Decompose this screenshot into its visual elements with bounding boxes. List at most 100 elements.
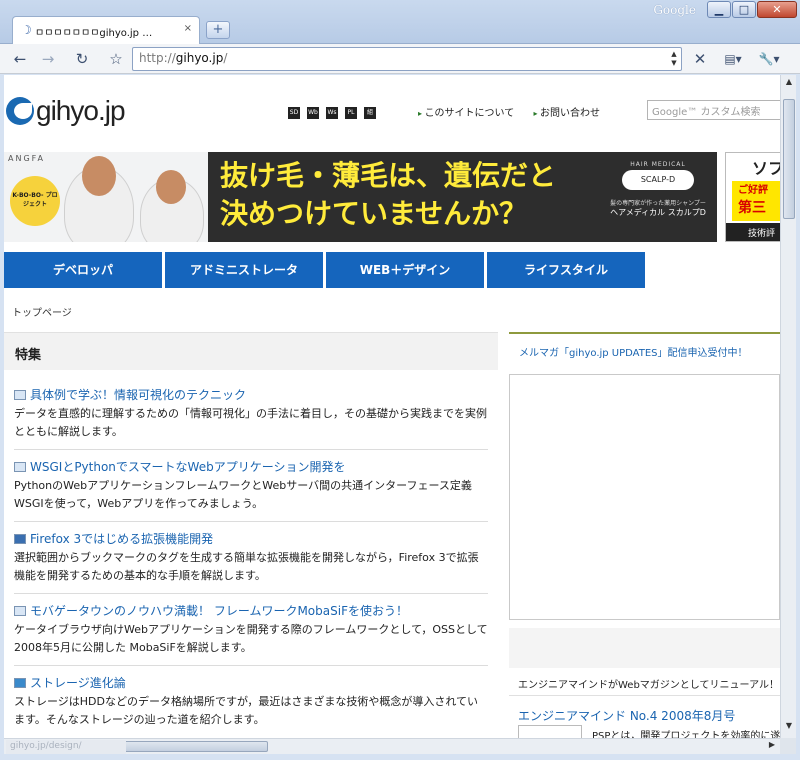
back-button[interactable]: ← bbox=[8, 48, 32, 70]
about-link[interactable]: このサイトについて bbox=[418, 108, 514, 119]
article-title-text[interactable]: ストレージ進化論 bbox=[30, 676, 126, 690]
article-title[interactable]: ストレージ進化論 bbox=[14, 674, 488, 691]
web-designing-icon[interactable]: Wb bbox=[307, 106, 319, 119]
article-desc: PythonのWebアプリケーションフレームワークとWebサーバ間の共通インター… bbox=[14, 479, 472, 510]
article-thumb-icon bbox=[14, 462, 26, 472]
article-title-text[interactable]: モバゲータウンのノウハウ満載！ フレームワークMobaSiFを使おう！ bbox=[30, 604, 408, 618]
article-title[interactable]: モバゲータウンのノウハウ満載！ フレームワークMobaSiFを使おう！ bbox=[14, 602, 488, 619]
sidebar-band bbox=[509, 628, 780, 668]
magazine-cover-thumb[interactable] bbox=[518, 725, 582, 738]
sidebar-ad-box bbox=[509, 374, 780, 620]
page-menu-button[interactable]: ▤▾ bbox=[718, 48, 748, 70]
maximize-button[interactable]: □ bbox=[732, 1, 756, 18]
forward-button[interactable]: → bbox=[36, 48, 60, 70]
article-desc: ケータイブラウザ向けWebアプリケーションを開発する際のフレームワークとして，O… bbox=[14, 623, 488, 654]
window-titlebar: ☽ ㅁㅁㅁㅁㅁㅁㅁgihyo.jp … × + Google ▁ □ ✕ bbox=[0, 0, 800, 44]
breadcrumb[interactable]: トップページ bbox=[12, 304, 72, 319]
url-path: / bbox=[223, 51, 228, 65]
logo-text: gihyo.jp bbox=[36, 95, 126, 126]
article-thumb-icon bbox=[14, 606, 26, 616]
article-desc: 選択範囲からブックマークのタグを生成する簡単な拡張機能を開発しながら，Firef… bbox=[14, 551, 479, 582]
article-thumb-icon bbox=[14, 678, 26, 688]
k-bo-bo-badge: K-BO-BO- プロジェクト bbox=[10, 176, 60, 226]
browser-tab[interactable]: ☽ ㅁㅁㅁㅁㅁㅁㅁgihyo.jp … × bbox=[12, 16, 200, 44]
side-banner-ad[interactable]: ソフ ご好評 第三 技術評 bbox=[725, 152, 780, 242]
banner-ad[interactable]: ANGFA K-BO-BO- プロジェクト 抜け毛・薄毛は、遺伝だと 決めつけて… bbox=[4, 152, 717, 242]
scroll-right-icon[interactable]: ▶ bbox=[766, 740, 778, 754]
magazine-link[interactable]: エンジニアマインド No.4 2008年8月号 bbox=[518, 707, 735, 724]
side-banner-text2: 第三 bbox=[738, 200, 766, 216]
bookmark-star-icon[interactable]: ☆ bbox=[104, 48, 128, 70]
tab-close-icon[interactable]: × bbox=[184, 23, 192, 34]
banner-photo: ANGFA K-BO-BO- プロジェクト bbox=[4, 152, 208, 242]
list-item: ストレージ進化論 ストレージはHDDなどのデータ格納場所ですが，最近はさまざまな… bbox=[14, 674, 488, 729]
product-head: HAIR MEDICAL bbox=[630, 161, 686, 168]
address-bar[interactable]: http://gihyo.jp/ ▲ ▼ bbox=[132, 47, 682, 71]
reload-button[interactable]: ↻ bbox=[70, 48, 94, 70]
article-title[interactable]: WSGIとPythonでスマートなWebアプリケーション開発を bbox=[14, 458, 488, 475]
list-item: WSGIとPythonでスマートなWebアプリケーション開発を PythonのW… bbox=[14, 458, 488, 513]
contact-link[interactable]: お問い合わせ bbox=[533, 108, 600, 119]
article-desc: データを直感的に理解するための「情報可視化」の手法に着目し，その基礎から実践まで… bbox=[14, 407, 487, 438]
address-spin-icon[interactable]: ▲ ▼ bbox=[669, 50, 679, 68]
page-viewport: gihyo.jp SD Wb Ws PL 組 このサイトについて お問い合わせ Goog… bbox=[4, 75, 780, 738]
kumi-icon[interactable]: 組 bbox=[364, 106, 376, 119]
product-name: ヘアメディカル スカルプD bbox=[610, 208, 706, 217]
article-title-text[interactable]: Firefox 3ではじめる拡張機能開発 bbox=[30, 532, 213, 546]
scroll-down-icon[interactable]: ▼ bbox=[783, 721, 795, 735]
angfa-brand: ANGFA bbox=[8, 154, 45, 163]
google-brand: Google bbox=[653, 3, 696, 17]
list-item: モバゲータウンのノウハウ満載！ フレームワークMobaSiFを使おう！ ケータイ… bbox=[14, 602, 488, 657]
article-title-text[interactable]: 具体例で学ぶ！情報可視化のテクニック bbox=[30, 388, 246, 402]
side-banner-text1: ご好評 bbox=[738, 185, 768, 196]
new-tab-button[interactable]: + bbox=[206, 21, 230, 39]
list-item: Firefox 3ではじめる拡張機能開発 選択範囲からブックマークのタグを生成す… bbox=[14, 530, 488, 585]
mailmag-link[interactable]: メルマガ「gihyo.jp UPDATES」配信申込受付中！ bbox=[509, 332, 780, 367]
browser-toolbar: ← → ↻ ☆ http://gihyo.jp/ ▲ ▼ ✕ ▤▾ 🔧▾ bbox=[0, 44, 800, 74]
nav-developer[interactable]: デベロッパ bbox=[4, 252, 162, 288]
article-thumb-icon bbox=[14, 534, 26, 544]
url-host: gihyo.jp bbox=[175, 51, 224, 65]
gihyo-logo-icon bbox=[6, 97, 34, 125]
article-title[interactable]: Firefox 3ではじめる拡張機能開発 bbox=[14, 530, 488, 547]
divider bbox=[509, 695, 780, 696]
nav-administrator[interactable]: アドミニストレータ bbox=[165, 252, 323, 288]
product-logo: SCALP-D bbox=[622, 170, 694, 190]
product-tag: 髪の専門家が作った薬用シャンプー bbox=[610, 200, 706, 207]
vertical-scrollbar[interactable]: ▲ ▼ bbox=[780, 75, 796, 738]
nav-lifestyle[interactable]: ライフスタイル bbox=[487, 252, 645, 288]
article-title-text[interactable]: WSGIとPythonでスマートなWebアプリケーション開発を bbox=[30, 460, 345, 474]
article-thumb-icon bbox=[14, 390, 26, 400]
article-title[interactable]: 具体例で学ぶ！情報可視化のテクニック bbox=[14, 386, 488, 403]
renewal-text: エンジニアマインドがWebマガジンとしてリニューアル！ bbox=[518, 680, 780, 691]
site-icon-links: SD Wb Ws PL 組 bbox=[288, 105, 383, 119]
divider bbox=[14, 521, 488, 522]
software-design-icon[interactable]: SD bbox=[288, 106, 300, 119]
global-nav: デベロッパ アドミニストレータ WEB＋デザイン ライフスタイル bbox=[4, 252, 648, 288]
divider bbox=[14, 665, 488, 666]
pl-icon[interactable]: PL bbox=[345, 106, 357, 119]
magazine-desc: PSPとは，開発プロジェクトを効率的に遂 bbox=[592, 731, 780, 738]
person-face bbox=[156, 170, 186, 204]
person-face bbox=[82, 156, 116, 196]
tools-menu-button[interactable]: 🔧▾ bbox=[752, 48, 786, 70]
loading-icon: ☽ bbox=[21, 23, 32, 37]
stop-button[interactable]: ✕ bbox=[688, 48, 712, 70]
side-banner-bottom: 技術評 bbox=[726, 223, 780, 241]
banner-product: HAIR MEDICAL SCALP-D 髪の専門家が作った薬用シャンプー ヘア… bbox=[602, 161, 714, 235]
divider bbox=[14, 449, 488, 450]
vertical-scroll-thumb[interactable] bbox=[783, 99, 795, 219]
side-banner-title: ソフ bbox=[752, 159, 780, 178]
site-search-input[interactable]: Google™ カスタム検索 bbox=[647, 100, 780, 120]
minimize-button[interactable]: ▁ bbox=[707, 1, 731, 18]
divider bbox=[14, 593, 488, 594]
web-site-icon[interactable]: Ws bbox=[326, 106, 338, 119]
url-scheme: http:// bbox=[139, 51, 176, 65]
features-heading: 特集 bbox=[4, 332, 498, 370]
scroll-up-icon[interactable]: ▲ bbox=[783, 77, 795, 91]
nav-web-design[interactable]: WEB＋デザイン bbox=[326, 252, 484, 288]
close-window-button[interactable]: ✕ bbox=[757, 1, 797, 18]
tab-title: ㅁㅁㅁㅁㅁㅁㅁgihyo.jp … bbox=[35, 28, 153, 39]
status-bubble: gihyo.jp/design/ bbox=[6, 740, 126, 754]
list-item: 具体例で学ぶ！情報可視化のテクニック データを直感的に理解するための「情報可視化… bbox=[14, 386, 488, 441]
